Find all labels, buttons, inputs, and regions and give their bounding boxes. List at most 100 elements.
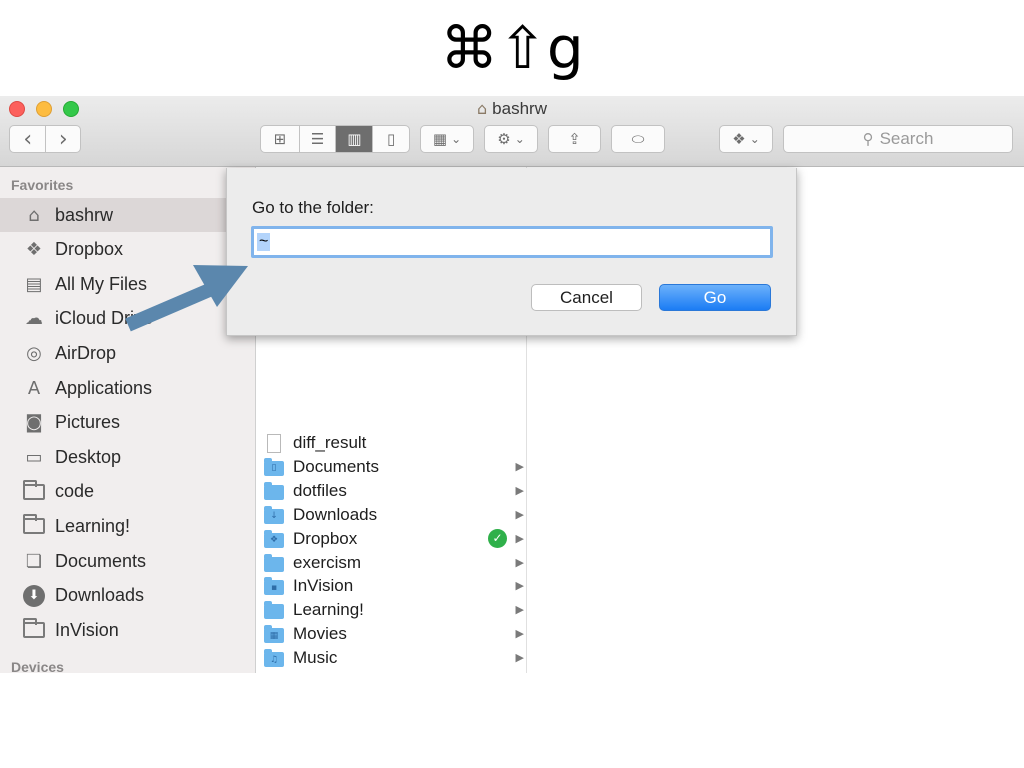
folder-icon: ❖ <box>264 529 284 548</box>
folder-badge-icon: ▪ <box>270 582 278 593</box>
folder-badge-icon: ♫ <box>269 654 279 665</box>
dropbox-icon: ❖ <box>25 239 43 261</box>
disclosure-arrow-icon: ▶ <box>515 603 524 617</box>
disclosure-arrow-icon: ▶ <box>515 651 524 665</box>
sidebar-item-label: iCloud Drive <box>55 308 154 329</box>
sidebar-item-label: Desktop <box>55 446 122 467</box>
sidebar-item-label: Applications <box>55 377 153 398</box>
action-button[interactable]: ⚙ ⌄ <box>484 125 538 153</box>
sidebar-item[interactable]: ❏ Documents <box>0 544 255 578</box>
disclosure-arrow-icon: ▶ <box>515 531 524 545</box>
coverflow-view-icon[interactable]: ▯ <box>372 126 409 152</box>
folder-icon <box>21 514 47 538</box>
go-button[interactable]: Go <box>659 284 771 311</box>
disclosure-arrow-icon: ▶ <box>515 555 524 569</box>
sidebar-item[interactable]: ☁ iCloud Drive <box>0 302 255 336</box>
sidebar-item-label: bashrw <box>55 204 114 225</box>
search-placeholder: Search <box>879 129 934 148</box>
file-name: InVision <box>293 576 354 596</box>
back-button[interactable]: ‹ <box>10 126 45 152</box>
folder-icon <box>21 618 47 642</box>
file-row[interactable]: diff_result <box>256 431 526 455</box>
download-icon: ⬇ <box>21 584 47 608</box>
file-name: octave-workspace <box>293 672 430 673</box>
file-row[interactable]: ♫ Music ▶ <box>256 646 526 670</box>
sidebar-item-label: InVision <box>55 619 119 640</box>
list-view-icon[interactable]: ☰ <box>298 126 336 152</box>
sidebar-item[interactable]: ▤ All My Files <box>0 267 255 301</box>
file-row[interactable]: ▯ Documents ▶ <box>256 455 526 479</box>
view-switcher: ⊞ ☰ ▥ ▯ <box>260 125 410 153</box>
tags-button[interactable]: ⬭ <box>611 125 665 153</box>
sidebar-item[interactable]: code <box>0 475 255 509</box>
file-row[interactable]: dotfiles ▶ <box>256 479 526 503</box>
folder-icon <box>21 479 47 504</box>
disclosure-arrow-icon: ▶ <box>515 579 524 593</box>
arrange-button[interactable]: ▦ ⌄ <box>420 125 474 153</box>
sidebar-item-label: AirDrop <box>55 342 117 363</box>
sidebar-item[interactable]: ◎ AirDrop <box>0 336 255 370</box>
sidebar-item[interactable]: ◙ Pictures <box>0 406 255 440</box>
chevron-down-icon: ⌄ <box>451 132 462 146</box>
sidebar-item[interactable]: ⌂ bashrw <box>0 198 255 232</box>
sidebar-item-label: Dropbox <box>55 239 124 260</box>
arrange-icon: ▦ <box>432 130 448 148</box>
folder-path-value: ~ <box>257 233 271 251</box>
file-name: Downloads <box>293 504 378 524</box>
document-icon <box>267 433 281 453</box>
file-row[interactable]: octave-workspace <box>256 670 526 673</box>
share-button[interactable]: ⇪ <box>548 125 601 153</box>
disclosure-arrow-icon: ▶ <box>515 483 524 497</box>
sidebar-item[interactable]: ❖ Dropbox <box>0 233 255 267</box>
column-view-icon[interactable]: ▥ <box>335 126 373 152</box>
sidebar-item[interactable]: ▭ Desktop <box>0 440 255 474</box>
sidebar-item-label: Documents <box>55 550 147 571</box>
sidebar-item[interactable]: Learning! <box>0 509 255 543</box>
folder-icon: ▪ <box>264 577 284 596</box>
applications-icon: A <box>27 377 41 399</box>
devices-header: Devices <box>11 659 64 673</box>
file-row[interactable]: ▦ Movies ▶ <box>256 622 526 646</box>
sync-check-icon: ✓ <box>488 528 507 548</box>
folder-path-input[interactable]: ~ <box>251 226 773 258</box>
file-row[interactable]: ↓ Downloads ▶ <box>256 503 526 527</box>
cancel-button[interactable]: Cancel <box>531 284 642 311</box>
sidebar-item[interactable]: A Applications <box>0 371 255 405</box>
file-row[interactable]: exercism ▶ <box>256 551 526 575</box>
sidebar-item-label: code <box>55 481 95 502</box>
share-icon: ⇪ <box>568 130 581 148</box>
sidebar-item[interactable]: InVision <box>0 613 255 647</box>
folder-icon: ▦ <box>264 625 284 644</box>
folder-badge-icon: ▯ <box>271 463 277 474</box>
shortcut-letter: g <box>546 14 584 82</box>
sidebar: Favorites ⌂ bashrw ❖ Dropbox ▤ All My Files ☁ i… <box>0 167 256 673</box>
search-input[interactable]: ⚲ Search <box>783 125 1013 153</box>
disclosure-arrow-icon: ▶ <box>515 627 524 641</box>
icon-view-icon[interactable]: ⊞ <box>261 126 299 152</box>
file-row[interactable]: Learning! ▶ <box>256 598 526 622</box>
window-title-text: bashrw <box>492 99 547 118</box>
forward-button[interactable]: › <box>45 126 80 152</box>
sidebar-item-label: All My Files <box>55 273 148 294</box>
folder-icon <box>264 481 284 500</box>
desktop-icon: ▭ <box>25 446 43 468</box>
tag-icon: ⬭ <box>631 130 645 148</box>
dropbox-menu-button[interactable]: ❖ ⌄ <box>719 125 773 153</box>
sidebar-item[interactable]: ⬇ Downloads <box>0 579 255 613</box>
file-name: Learning! <box>293 600 364 620</box>
window-title: ⌂ bashrw <box>0 99 1024 119</box>
favorites-header: Favorites <box>11 177 74 193</box>
file-row[interactable]: ❖ Dropbox ✓ ▶ <box>256 527 526 551</box>
file-name: exercism <box>293 552 362 572</box>
search-icon: ⚲ <box>862 130 874 148</box>
folder-icon <box>264 601 284 620</box>
file-name: dotfiles <box>293 480 347 500</box>
file-row[interactable]: ▪ InVision ▶ <box>256 574 526 598</box>
keyboard-shortcut: ⌘⇧g <box>0 16 1024 80</box>
file-name: Movies <box>293 624 347 644</box>
file-name: diff_result <box>293 433 367 452</box>
command-key-symbol: ⌘ <box>440 14 499 82</box>
folder-icon: ↓ <box>264 505 284 524</box>
all-files-icon: ▤ <box>25 273 43 295</box>
sidebar-item-label: Downloads <box>55 585 145 606</box>
